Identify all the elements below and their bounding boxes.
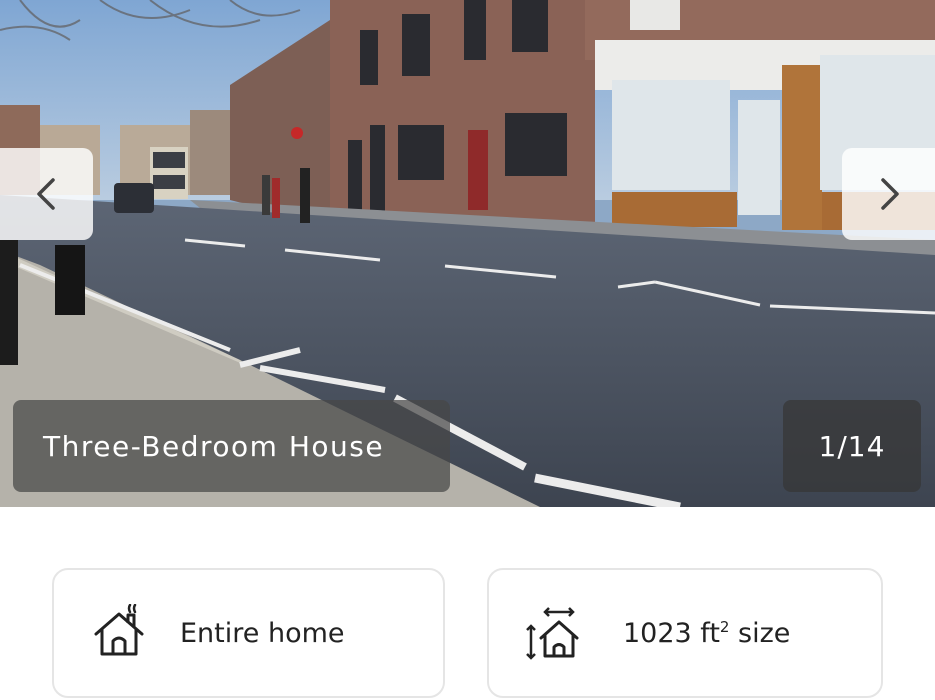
- home-type-card: Entire home: [52, 568, 445, 698]
- chevron-right-icon: [880, 178, 899, 210]
- photo-caption: Three-Bedroom House: [13, 400, 450, 492]
- photo-counter: 1/14: [783, 400, 921, 492]
- photo-gallery[interactable]: Three-Bedroom House 1/14: [0, 0, 935, 507]
- size-card: 1023 ft2 size: [487, 568, 883, 698]
- house-chimney-icon: [90, 604, 148, 662]
- chevron-left-icon: [36, 178, 55, 210]
- size-value: 1023 ft: [623, 617, 720, 649]
- size-label: 1023 ft2 size: [623, 618, 790, 649]
- size-suffix: size: [729, 617, 791, 649]
- home-type-label: Entire home: [180, 617, 345, 649]
- next-photo-button[interactable]: [842, 148, 935, 240]
- previous-photo-button[interactable]: [0, 148, 93, 240]
- house-dimensions-icon: [523, 604, 581, 662]
